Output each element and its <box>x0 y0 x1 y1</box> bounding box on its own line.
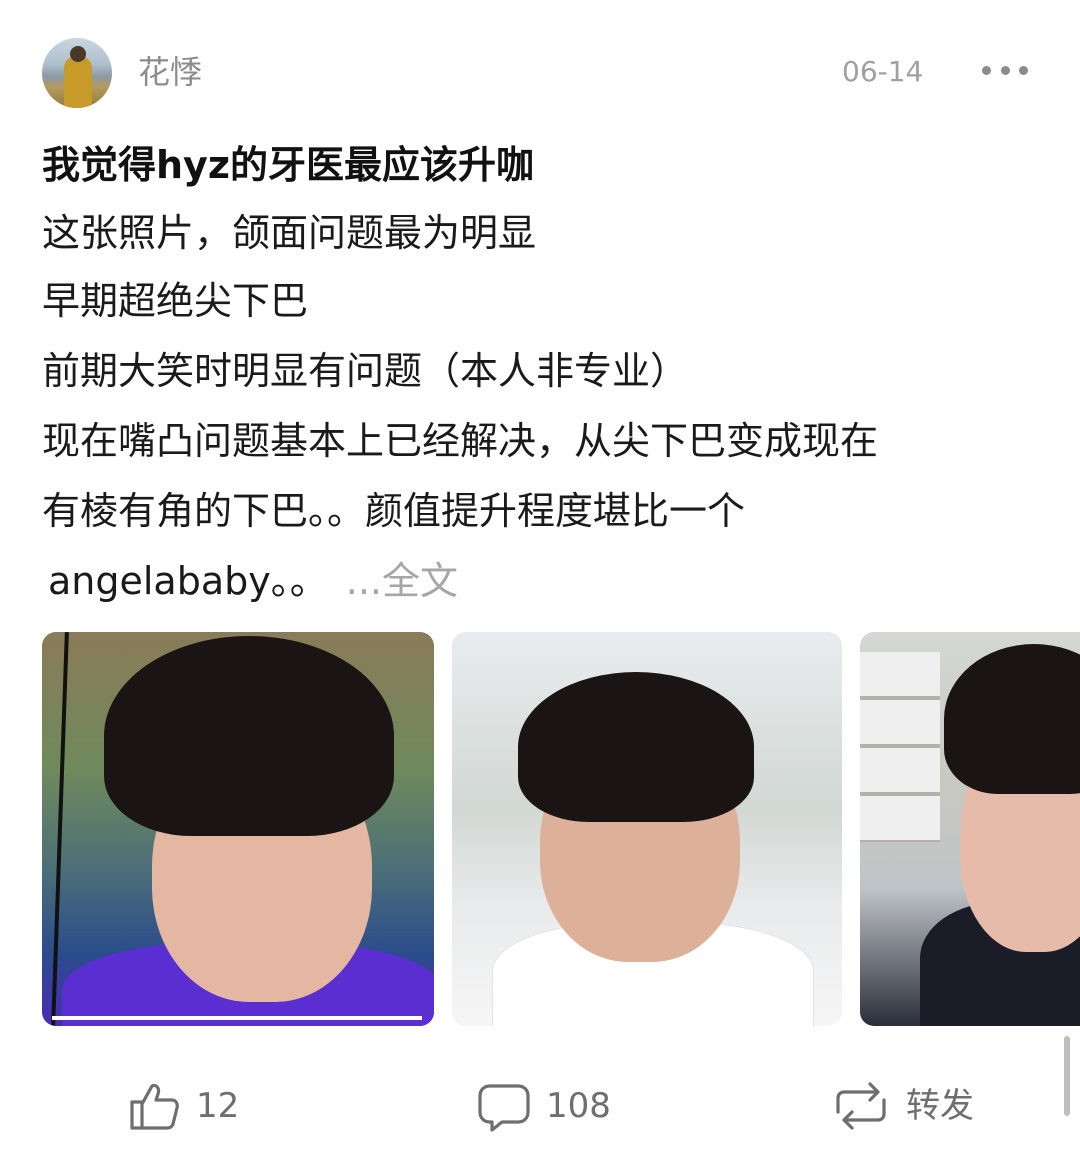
repost-label: 转发 <box>906 1086 974 1126</box>
body-line: 这张照片，颌面问题最为明显 <box>42 211 537 255</box>
like-button[interactable]: 12 <box>126 1076 239 1136</box>
photo-2[interactable] <box>452 632 842 1026</box>
body-line-text: angelababy。。 <box>48 559 328 603</box>
comment-bubble-icon <box>478 1084 530 1132</box>
expand-full-text-link[interactable]: ...全文 <box>346 559 458 603</box>
comment-count: 108 <box>546 1086 611 1126</box>
repost-arrows-icon <box>836 1082 886 1130</box>
avatar-figure <box>64 56 92 108</box>
post-date: 06-14 <box>842 55 924 88</box>
photo-hair <box>104 636 394 836</box>
like-count: 12 <box>196 1086 240 1126</box>
post-card: 花悸 06-14 我觉得hyz的牙医最应该升咖 这张照片，颌面问题最为明显 早期… <box>0 0 1080 1168</box>
photo-shelf <box>860 652 940 842</box>
body-line: 现在嘴凸问题基本上已经解决，从尖下巴变成现在 <box>42 419 879 463</box>
body-line: 有棱有角的下巴。。颜值提升程度堪比一个 <box>42 489 746 533</box>
photo-edit-stroke <box>51 632 69 1026</box>
post-title: 我觉得hyz的牙医最应该升咖 <box>42 143 534 187</box>
body-line-last: angelababy。。 ...全文 <box>48 554 458 608</box>
scrollbar[interactable] <box>1064 1036 1070 1116</box>
username[interactable]: 花悸 <box>138 52 202 92</box>
avatar-head <box>70 46 86 62</box>
photo-edit-line <box>52 1016 422 1020</box>
repost-button[interactable]: 转发 <box>830 1076 974 1136</box>
photo-1[interactable] <box>42 632 434 1026</box>
photo-hair <box>518 672 754 822</box>
comment-button[interactable]: 108 <box>476 1076 611 1136</box>
avatar[interactable] <box>42 38 112 108</box>
photo-hair <box>944 644 1080 794</box>
photo-3[interactable] <box>860 632 1080 1026</box>
body-line: 早期超绝尖下巴 <box>42 279 309 323</box>
more-icon[interactable] <box>982 64 1028 76</box>
body-line: 前期大笑时明显有问题（本人非专业） <box>42 349 689 393</box>
thumbs-up-icon <box>130 1083 179 1130</box>
